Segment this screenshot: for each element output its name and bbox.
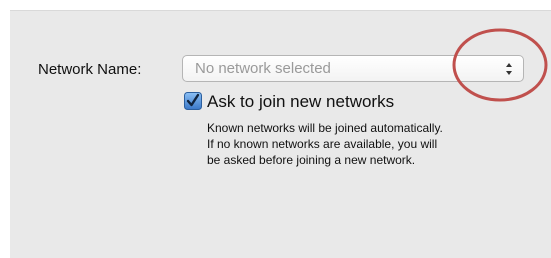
up-down-arrows-icon [505, 62, 513, 76]
ask-to-join-label[interactable]: Ask to join new networks [207, 92, 394, 112]
network-name-selected-value: No network selected [195, 60, 331, 77]
ask-to-join-description: Known networks will be joined automatica… [207, 120, 537, 168]
description-line: If no known networks are available, you … [207, 137, 438, 151]
description-line: be asked before joining a new network. [207, 153, 416, 167]
description-line: Known networks will be joined automatica… [207, 121, 443, 135]
ask-to-join-checkbox[interactable] [184, 92, 202, 110]
network-name-select[interactable]: No network selected [182, 55, 524, 82]
network-name-label: Network Name: [38, 61, 142, 78]
